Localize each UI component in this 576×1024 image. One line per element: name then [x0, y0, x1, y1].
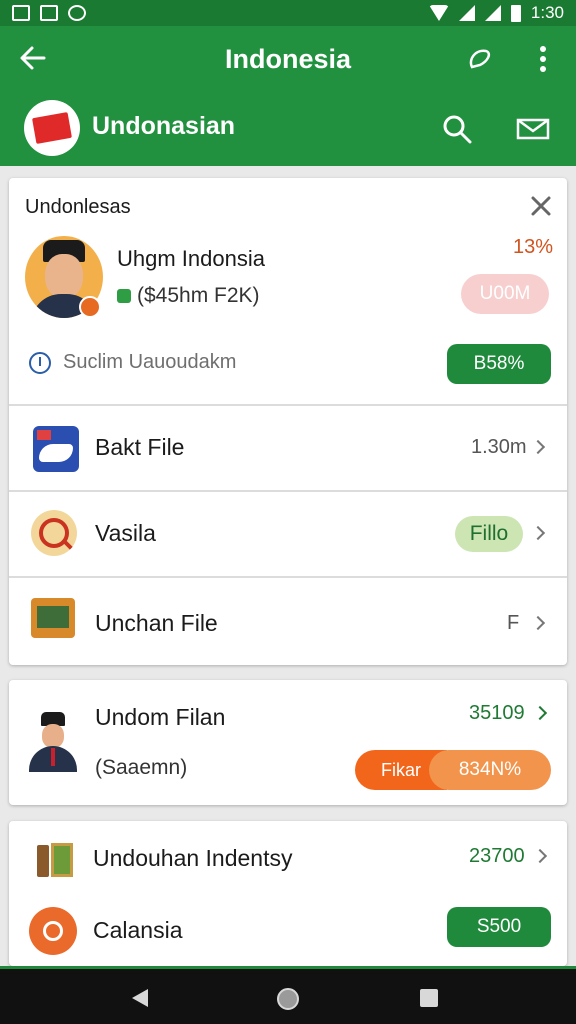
list-item-label: Undouhan Indentsy [93, 845, 293, 871]
profile-subtitle-text: ($45hm F2K) [137, 284, 260, 307]
list-item-number: 23700 [469, 845, 525, 867]
gallery-notification-icon [40, 5, 58, 21]
chevron-right-icon [532, 705, 548, 721]
flag-avatar[interactable] [24, 100, 80, 156]
edit-icon[interactable] [466, 45, 494, 73]
nav-home-icon[interactable] [277, 988, 299, 1010]
split-pill-right[interactable]: 834N% [429, 750, 551, 790]
mail-icon[interactable] [516, 116, 550, 142]
app-bar: Indonesia [0, 26, 576, 92]
system-nav-bar [0, 966, 576, 1024]
folder-icon [31, 598, 75, 638]
more-options-icon[interactable] [532, 44, 554, 74]
flag-icon [32, 112, 72, 144]
list-item-unchan-file[interactable] [9, 578, 567, 664]
back-arrow-icon[interactable] [18, 43, 48, 73]
calansia-pill-button[interactable]: S500 [447, 907, 551, 947]
status-badge-icon [79, 296, 101, 318]
profile-subtitle: ($45hm F2K) [117, 284, 260, 308]
summary-card: Undouhan Indentsy 23700 Calansia S500 [9, 821, 567, 966]
person-avatar-icon [27, 712, 81, 774]
profile-name: Uhgm Indonsia [117, 246, 265, 271]
search-magnifier-icon [31, 510, 77, 556]
nav-back-icon[interactable] [132, 989, 148, 1007]
meta-pill-button[interactable]: B58% [447, 344, 551, 384]
status-time: 1:30 [530, 3, 564, 22]
list-item-label: Calansia [93, 917, 183, 943]
person-card[interactable]: Undom Filan (Saaemn) 35109 Fikar 834N% [9, 680, 567, 805]
person-card-title: Undom Filan [95, 704, 226, 730]
list-item-value: 1.30m [471, 436, 527, 458]
signal-secondary-icon [484, 5, 501, 21]
nav-recents-icon[interactable] [420, 989, 438, 1007]
person-card-number: 35109 [469, 702, 525, 724]
status-bar: 1:30 [0, 0, 576, 26]
meta-text: Suclim Uauoudakm [63, 351, 237, 373]
app-notification-icon [68, 5, 86, 21]
sub-header-title: Undonasian [92, 112, 236, 140]
card-header-label: Undonlesas [25, 196, 131, 218]
clock-icon [29, 352, 51, 374]
signal-icon [458, 5, 475, 21]
profile-pill-button[interactable]: U00M [461, 274, 549, 314]
shop-icon [31, 837, 77, 879]
profile-card: Undonlesas Uhgm Indonsia ($45hm F2K) 13%… [9, 178, 567, 665]
list-item-value: F [507, 612, 520, 634]
sub-header: Undonasian [0, 92, 576, 166]
file-icon [33, 426, 79, 472]
list-item-pill[interactable]: Fillo [455, 516, 523, 552]
list-item-label: Bakt File [95, 434, 185, 460]
wifi-icon [428, 5, 449, 21]
profile-percent: 13% [513, 236, 554, 258]
split-pill-button[interactable]: Fikar 834N% [355, 750, 551, 790]
person-card-subtitle: (Saaemn) [95, 756, 188, 779]
image-notification-icon [12, 5, 30, 21]
list-item-label: Unchan File [95, 610, 218, 636]
close-icon[interactable] [529, 194, 553, 218]
list-item-label: Vasila [95, 520, 156, 546]
battery-icon [510, 4, 521, 22]
timer-icon [29, 907, 77, 955]
verified-icon [117, 289, 131, 303]
search-icon[interactable] [442, 114, 472, 144]
